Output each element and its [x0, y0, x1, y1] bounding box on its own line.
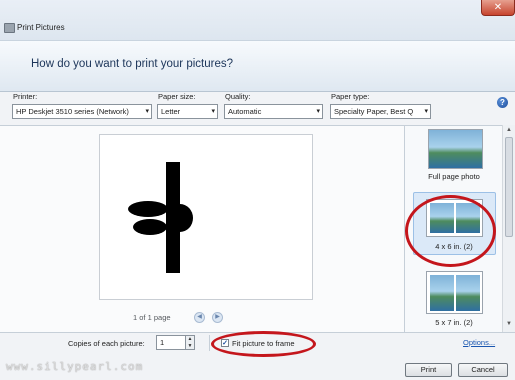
copies-stepper[interactable]: ▲ ▼ [186, 335, 195, 350]
scroll-down-icon[interactable]: ▼ [505, 321, 513, 327]
paper-size-dropdown[interactable]: Letter ▾ [157, 104, 218, 119]
chevron-down-icon: ▾ [316, 108, 320, 115]
chevron-down-icon: ▾ [424, 108, 428, 115]
print-button[interactable]: Print [405, 363, 452, 377]
layout-thumbnail-full-page[interactable] [428, 129, 483, 169]
help-icon[interactable]: ? [497, 97, 508, 108]
options-link[interactable]: Options... [463, 338, 495, 347]
printer-value: HP Deskjet 3510 series (Network) [16, 107, 129, 116]
layout-scrollbar[interactable]: ▲ ▼ [502, 125, 515, 332]
printer-dropdown[interactable]: HP Deskjet 3510 series (Network) ▾ [12, 104, 152, 119]
close-button[interactable]: ✕ [481, 0, 515, 16]
quality-dropdown[interactable]: Automatic ▾ [224, 104, 323, 119]
paper-type-dropdown[interactable]: Specialty Paper, Best Q ▾ [330, 104, 431, 119]
window-title: Print Pictures [17, 23, 65, 32]
paper-type-value: Specialty Paper, Best Q [334, 107, 414, 116]
stepper-up-icon[interactable]: ▲ [186, 336, 194, 343]
preview-image [128, 162, 193, 273]
layout-item-5x7[interactable]: 5 x 7 in. (2) [409, 318, 499, 327]
chevron-down-icon: ▾ [211, 108, 215, 115]
copies-label: Copies of each picture: [68, 339, 145, 348]
cancel-button[interactable]: Cancel [458, 363, 508, 377]
paper-type-label: Paper type: [331, 92, 370, 101]
scroll-up-icon[interactable]: ▲ [505, 127, 513, 133]
divider [209, 335, 210, 351]
paper-size-value: Letter [161, 107, 181, 116]
layout-item-full-page[interactable]: Full page photo [409, 172, 499, 181]
printer-icon [4, 23, 15, 33]
annotation-circle-checkbox [211, 331, 316, 357]
page-title: How do you want to print your pictures? [31, 58, 233, 70]
next-page-button[interactable]: ▶ [212, 312, 223, 323]
previous-page-button[interactable]: ◀ [194, 312, 205, 323]
annotation-circle-layout [405, 195, 496, 267]
scroll-thumb[interactable] [505, 137, 513, 237]
quality-label: Quality: [225, 92, 251, 101]
printer-label: Printer: [13, 92, 38, 101]
quality-value: Automatic [228, 107, 262, 116]
stepper-down-icon[interactable]: ▼ [186, 343, 194, 350]
layout-thumbnail-5x7[interactable] [426, 271, 483, 314]
preview-page [99, 134, 313, 300]
page-indicator: 1 of 1 page [133, 313, 171, 322]
copies-input[interactable]: 1 [156, 335, 186, 350]
title-bar [0, 0, 515, 40]
watermark-text: www.sillypearl.com [6, 360, 144, 373]
chevron-down-icon: ▾ [145, 108, 149, 115]
paper-size-label: Paper size: [158, 92, 196, 101]
